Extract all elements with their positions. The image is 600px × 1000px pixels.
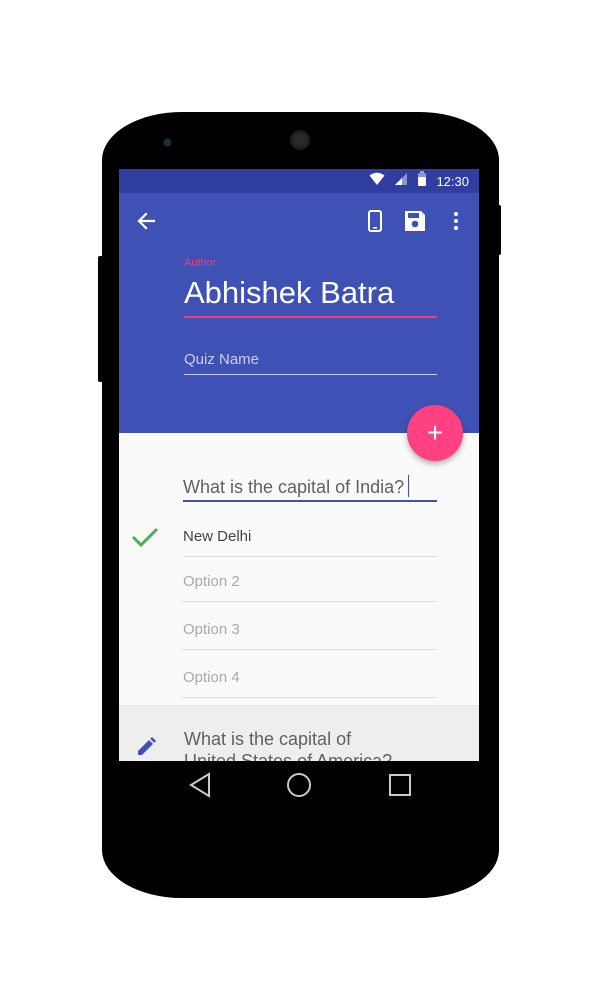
author-label: Author [184,257,217,269]
device-preview-icon [368,210,382,232]
nav-recents-icon [389,774,411,796]
nav-recents-button[interactable] [386,771,414,799]
author-underline [184,316,437,318]
option-2-text: Option 2 [183,573,240,590]
correct-answer-check-icon[interactable] [131,523,159,551]
battery-icon [417,171,427,191]
edit-pencil-icon[interactable] [135,736,157,758]
save-icon [405,211,425,231]
nav-back-icon [189,772,210,798]
add-question-button[interactable]: + [407,405,463,461]
nav-back-button[interactable] [186,771,214,799]
quiz-name-underline [184,374,437,375]
earpiece-speaker [290,130,310,150]
device-preview-button[interactable] [363,209,387,233]
option-1-text: New Delhi [183,528,252,545]
nav-home-icon [287,773,311,797]
option-2-field[interactable]: Option 2 [183,573,437,602]
front-camera [163,138,172,147]
add-icon: + [426,417,444,448]
quiz-name-input[interactable]: Quiz Name [184,351,259,368]
question-card-collapsed[interactable]: What is the capital of United States of … [119,705,479,761]
option-3-text: Option 3 [183,621,240,638]
collapsed-question-text: What is the capital of United States of … [184,729,393,761]
option-2-underline [183,601,437,602]
back-arrow-icon [137,212,156,230]
overflow-menu-button[interactable] [444,209,468,233]
nav-home-button[interactable] [285,771,313,799]
signal-icon [394,172,408,191]
status-bar: 12:30 [119,169,479,193]
text-cursor [408,475,410,497]
option-1-underline [183,556,437,557]
back-button[interactable] [134,209,158,233]
option-4-text: Option 4 [183,669,240,686]
app-bar: Author Abhishek Batra Quiz Name [119,193,479,433]
option-4-field[interactable]: Option 4 [183,669,437,698]
question-text: What is the capital of India? [183,477,405,497]
app-screen: 12:30 Author Abhishek Batra Quiz Name + … [119,169,479,761]
option-1-field[interactable]: New Delhi [183,528,437,557]
question-underline [183,500,437,502]
option-3-field[interactable]: Option 3 [183,621,437,650]
save-button[interactable] [403,209,427,233]
author-name-input[interactable]: Abhishek Batra [184,275,394,311]
status-time: 12:30 [436,173,469,189]
option-3-underline [183,649,437,650]
more-vertical-icon [454,212,458,230]
question-input[interactable]: What is the capital of India? [183,475,410,498]
wifi-icon [369,172,385,191]
option-4-underline [183,697,437,698]
